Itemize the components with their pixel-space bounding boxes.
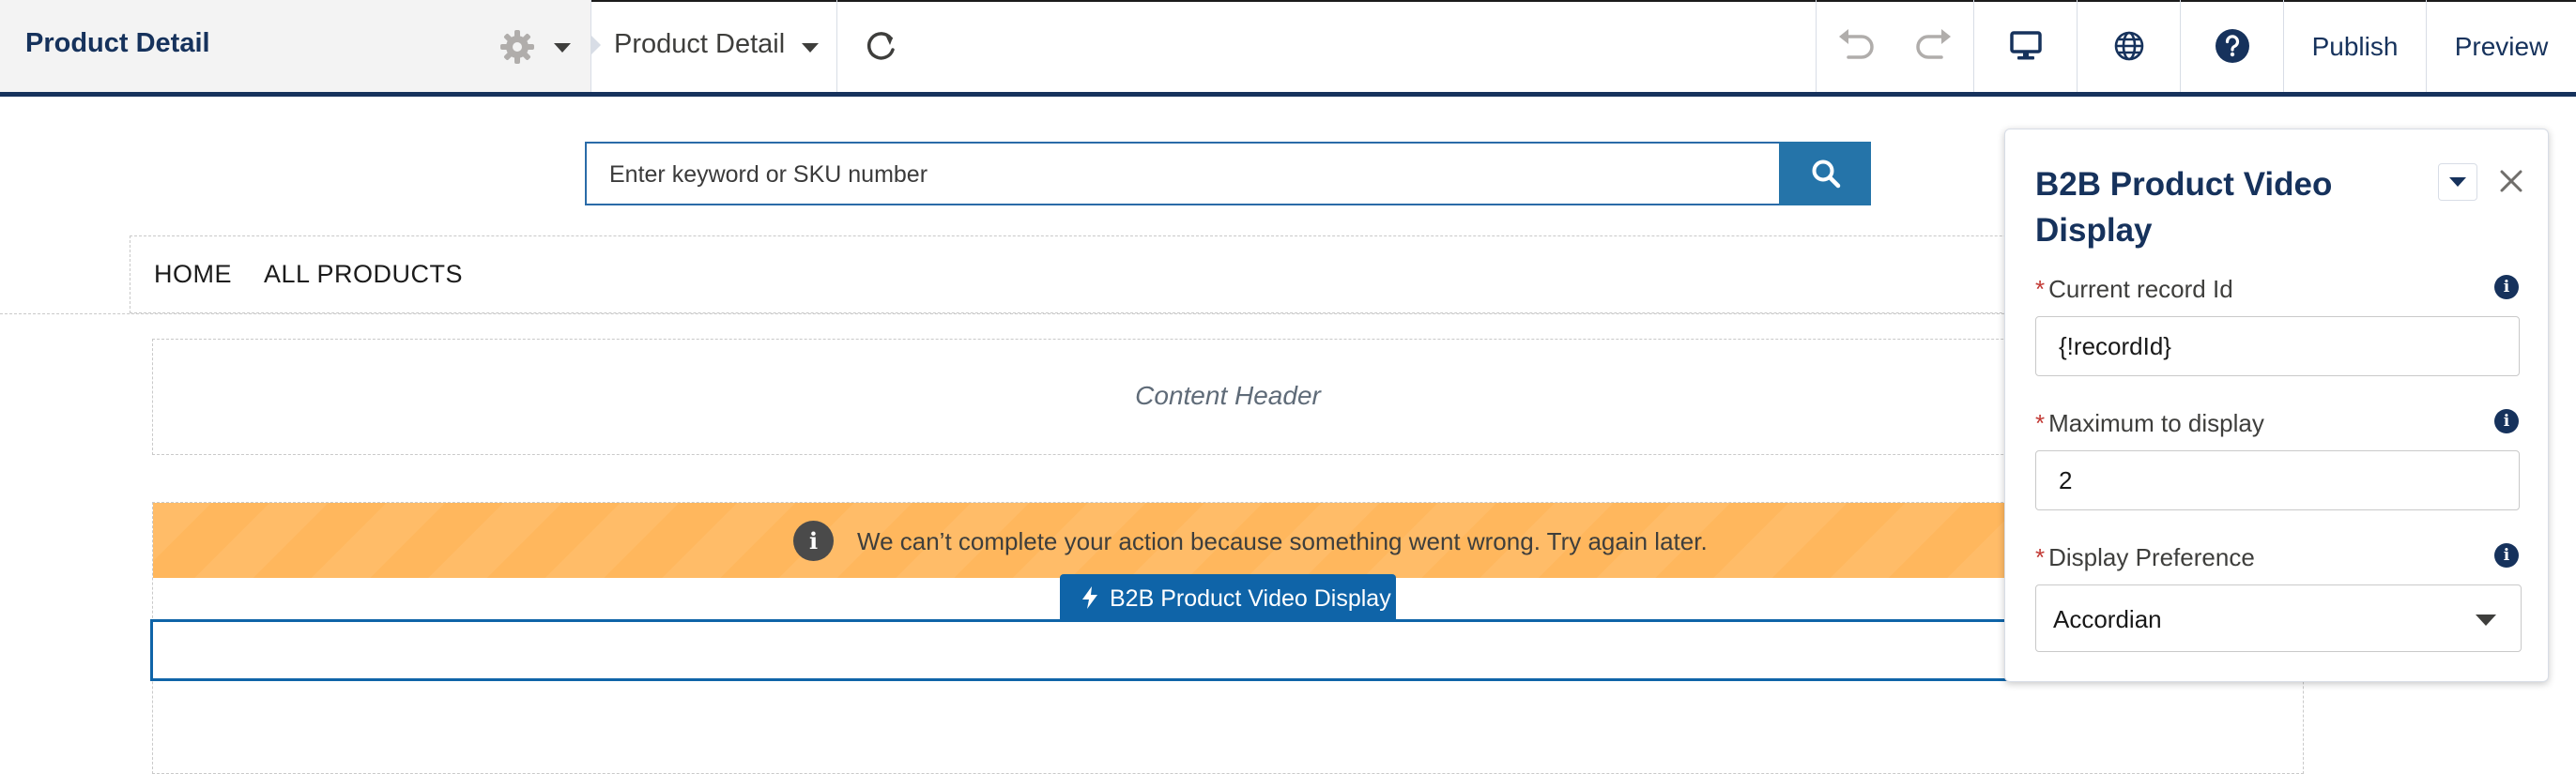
preview-label: Preview bbox=[2454, 32, 2549, 61]
field-label-text: Display Preference bbox=[2048, 543, 2255, 571]
info-icon[interactable]: i bbox=[2494, 409, 2519, 433]
close-button[interactable] bbox=[2493, 163, 2529, 199]
field-label-text: Maximum to display bbox=[2048, 409, 2264, 437]
search-icon bbox=[1812, 159, 1841, 189]
redo-button[interactable] bbox=[1894, 0, 1973, 92]
info-icon[interactable]: i bbox=[2494, 275, 2519, 299]
chevron-down-icon bbox=[802, 43, 819, 53]
page-dropdown[interactable]: Product Detail bbox=[593, 0, 837, 92]
required-marker: * bbox=[2035, 543, 2046, 571]
publish-label: Publish bbox=[2311, 32, 2399, 61]
field-label-record-id: * Current record Id bbox=[2035, 275, 2233, 304]
property-panel: B2B Product Video Display * Current recor… bbox=[2004, 129, 2549, 682]
region-divider bbox=[0, 313, 2009, 314]
info-icon: i bbox=[793, 521, 834, 561]
field-label-display-preference: * Display Preference bbox=[2035, 543, 2255, 572]
globe-icon bbox=[2114, 31, 2143, 61]
nav-item-home[interactable]: HOME bbox=[154, 260, 232, 289]
page-settings[interactable]: Product Detail bbox=[0, 0, 591, 92]
language-button[interactable] bbox=[2077, 0, 2180, 92]
required-marker: * bbox=[2035, 275, 2046, 303]
display-preference-select[interactable]: Accordian bbox=[2035, 584, 2522, 652]
redo-icon bbox=[1916, 29, 1951, 59]
panel-title: B2B Product Video Display bbox=[2035, 166, 2333, 249]
undo-icon bbox=[1838, 29, 1874, 59]
desktop-icon bbox=[2009, 31, 2042, 60]
close-icon bbox=[2500, 170, 2522, 192]
nav-item-all-products[interactable]: ALL PRODUCTS bbox=[264, 260, 463, 289]
help-button[interactable] bbox=[2180, 0, 2283, 92]
publish-button[interactable]: Publish bbox=[2283, 0, 2426, 92]
refresh-icon[interactable] bbox=[859, 26, 902, 69]
search-button[interactable] bbox=[1779, 142, 1871, 205]
content-header-label: Content Header bbox=[1135, 381, 1321, 410]
component-label: B2B Product Video Display bbox=[1110, 585, 1391, 612]
record-id-input[interactable] bbox=[2035, 316, 2520, 376]
page-dropdown-label: Product Detail bbox=[614, 29, 786, 59]
page-title: Product Detail bbox=[25, 28, 210, 58]
panel-menu-button[interactable] bbox=[2438, 163, 2477, 201]
search-box bbox=[585, 142, 1871, 205]
component-label-tab[interactable]: B2B Product Video Display bbox=[1060, 574, 1396, 621]
info-icon[interactable]: i bbox=[2494, 543, 2519, 568]
chevron-down-icon[interactable] bbox=[554, 43, 571, 53]
undo-button[interactable] bbox=[1816, 0, 1894, 92]
gear-icon[interactable] bbox=[496, 25, 539, 68]
chevron-down-icon bbox=[2449, 177, 2466, 187]
error-message: We can’t complete your action because so… bbox=[857, 527, 1708, 555]
maximum-display-input[interactable] bbox=[2035, 450, 2520, 510]
selected-component[interactable] bbox=[150, 619, 2306, 681]
display-preference-value: Accordian bbox=[2053, 605, 2162, 633]
field-label-maximum: * Maximum to display bbox=[2035, 409, 2264, 438]
chevron-down-icon bbox=[2476, 615, 2496, 626]
help-icon bbox=[2215, 29, 2249, 63]
device-preview-button[interactable] bbox=[1973, 0, 2077, 92]
field-label-text: Current record Id bbox=[2048, 275, 2233, 303]
search-input[interactable] bbox=[587, 144, 1803, 205]
required-marker: * bbox=[2035, 409, 2046, 437]
lightning-icon bbox=[1082, 586, 1097, 609]
preview-button[interactable]: Preview bbox=[2426, 0, 2576, 92]
